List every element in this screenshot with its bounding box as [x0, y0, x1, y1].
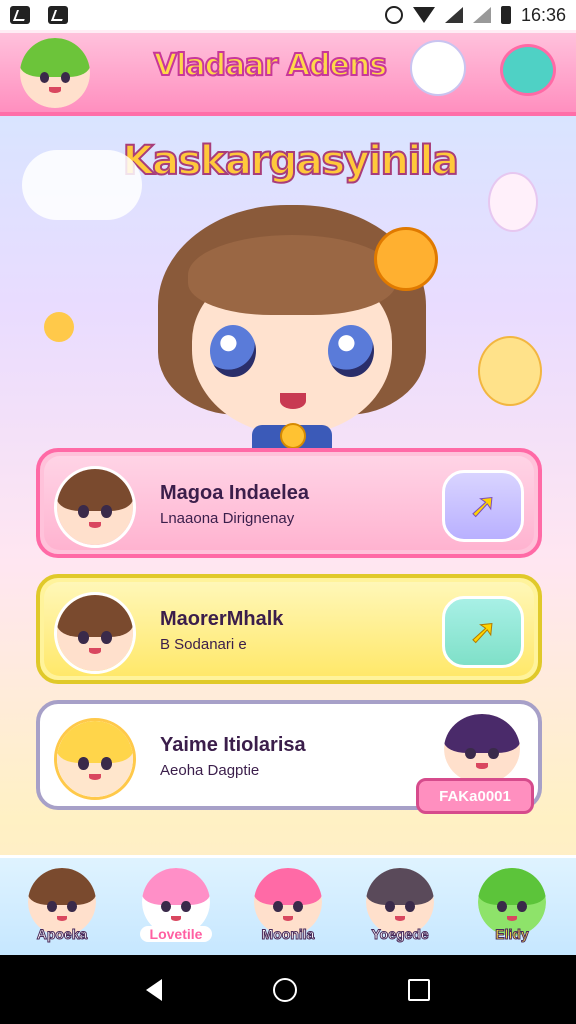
back-icon[interactable] — [145, 978, 162, 1001]
battery-icon — [500, 6, 511, 24]
notification-icon — [48, 6, 68, 24]
recents-icon[interactable] — [408, 978, 431, 1001]
character-name: MaorerMhalk — [160, 608, 284, 630]
pet-menu-icon[interactable] — [500, 44, 556, 96]
status-time: 16:36 — [520, 4, 566, 25]
sparkle-decoration — [44, 312, 74, 342]
character-name: Magoa Indaelea — [160, 482, 309, 504]
arrow-right-icon: ➚ — [468, 612, 498, 653]
wifi-icon — [412, 7, 435, 23]
mascot-icon — [410, 40, 466, 96]
tab-label: Lovetile — [140, 926, 212, 942]
tab-character-5[interactable]: Elidy — [460, 862, 564, 954]
app-title: Vladaar Adens — [153, 47, 388, 84]
character-subtitle: B Sodanari e — [160, 636, 247, 653]
signal-icon — [444, 7, 463, 23]
friend-avatar — [444, 714, 520, 784]
bunny-decoration — [488, 172, 538, 232]
tab-character-1[interactable]: Apoeka — [10, 862, 114, 954]
friend-badge[interactable]: FAKa0001 — [416, 778, 534, 814]
character-card[interactable]: Magoa Indaelea Lnaaona Dirignenay ➚ — [36, 448, 542, 558]
arrow-right-icon: ➚ — [468, 486, 498, 527]
tab-label: Yoegede — [371, 926, 429, 943]
open-button[interactable]: ➚ — [442, 470, 524, 542]
signal-icon — [472, 7, 491, 23]
character-subtitle: Aeoha Dagptie — [160, 762, 260, 779]
status-bar: 16:36 — [0, 0, 576, 30]
alarm-icon — [384, 6, 403, 24]
profile-avatar[interactable] — [20, 38, 90, 108]
hero-character — [152, 205, 438, 450]
character-subtitle: Lnaaona Dirignenay — [160, 510, 295, 527]
character-avatar — [54, 592, 136, 674]
tab-label: Moonila — [261, 926, 315, 943]
tab-character-2[interactable]: Lovetile — [124, 862, 228, 954]
character-name: Yaime Itiolarisa — [160, 734, 306, 756]
app-header: Vladaar Adens — [0, 30, 576, 116]
system-nav-bar — [0, 955, 576, 1024]
open-button[interactable]: ➚ — [442, 596, 524, 668]
fairy-decoration — [478, 336, 542, 406]
home-icon[interactable] — [272, 977, 297, 1002]
cloud-decoration — [22, 150, 142, 220]
character-avatar — [54, 466, 136, 548]
character-tab-bar: Apoeka Lovetile Moonila Yoegede Elidy — [0, 855, 576, 955]
character-card[interactable]: MaorerMhalk B Sodanari e ➚ — [36, 574, 542, 684]
hero-title: Kaskargasyinila — [122, 137, 460, 185]
tab-character-3[interactable]: Moonila — [236, 862, 340, 954]
tab-character-4[interactable]: Yoegede — [348, 862, 452, 954]
notification-icon — [10, 6, 30, 24]
smiley-icon — [374, 227, 438, 291]
character-avatar — [54, 718, 136, 800]
tab-label: Elidy — [495, 926, 529, 943]
tab-label: Apoeka — [36, 926, 88, 943]
